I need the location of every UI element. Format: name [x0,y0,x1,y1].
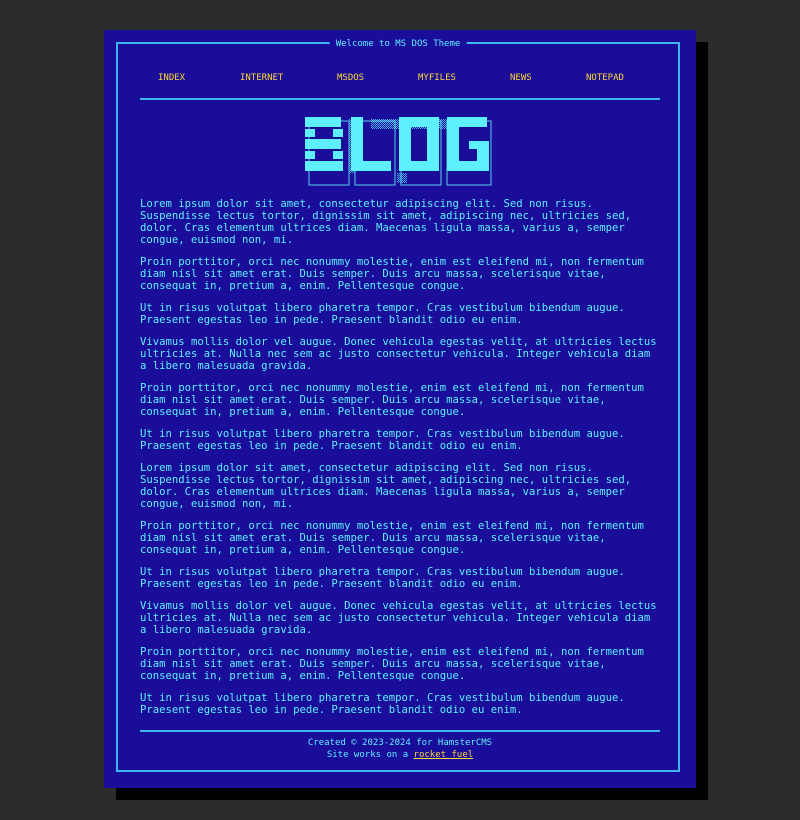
paragraph: Ut in risus volutpat libero pharetra tem… [140,566,625,590]
paragraph: Ut in risus volutpat libero pharetra tem… [140,302,625,326]
window-title: Welcome to MS DOS Theme [329,38,467,50]
footer: Created © 2023-2024 for HamsterCMS Site … [140,737,660,761]
blog-logo-art [305,117,492,186]
main-content: Lorem ipsum dolor sit amet, consectetur … [140,198,662,726]
footer-works-line: Site works on a rocket fuel [140,749,660,761]
nav-item-myfiles[interactable]: MYFILES [418,72,456,84]
paragraph: Proin porttitor, orci nec nonummy molest… [140,256,644,292]
logo-letter-b [305,117,343,171]
paragraph: Vivamus mollis dolor vel augue. Donec ve… [140,336,657,372]
paragraph: Ut in risus volutpat libero pharetra tem… [140,692,625,716]
nav-item-notepad[interactable]: NOTEPAD [586,72,624,84]
nav-item-news[interactable]: NEWS [510,72,532,84]
paragraph: Proin porttitor, orci nec nonummy molest… [140,520,644,556]
paragraph: Lorem ipsum dolor sit amet, consectetur … [140,198,632,246]
footer-works-prefix: Site works on a [326,750,414,760]
blog-logo [305,117,497,191]
logo-letter-o [399,117,439,171]
paragraph: Lorem ipsum dolor sit amet, consectetur … [140,462,632,510]
main-nav: INDEX INTERNET MSDOS MYFILES NEWS NOTEPA… [140,72,660,84]
footer-divider [140,730,660,732]
nav-divider [140,98,660,100]
main-window: Welcome to MS DOS Theme INDEX INTERNET M… [104,30,696,788]
logo-letter-g [447,117,489,171]
nav-item-msdos[interactable]: MSDOS [337,72,364,84]
footer-credit: Created © 2023-2024 for HamsterCMS [307,738,493,748]
rocket-fuel-link[interactable]: rocket fuel [414,750,474,760]
paragraph: Proin porttitor, orci nec nonummy molest… [140,646,644,682]
paragraph: Vivamus mollis dolor vel augue. Donec ve… [140,600,657,636]
paragraph: Proin porttitor, orci nec nonummy molest… [140,382,644,418]
nav-item-internet[interactable]: INTERNET [240,72,283,84]
nav-item-index[interactable]: INDEX [158,72,185,84]
paragraph: Ut in risus volutpat libero pharetra tem… [140,428,625,452]
